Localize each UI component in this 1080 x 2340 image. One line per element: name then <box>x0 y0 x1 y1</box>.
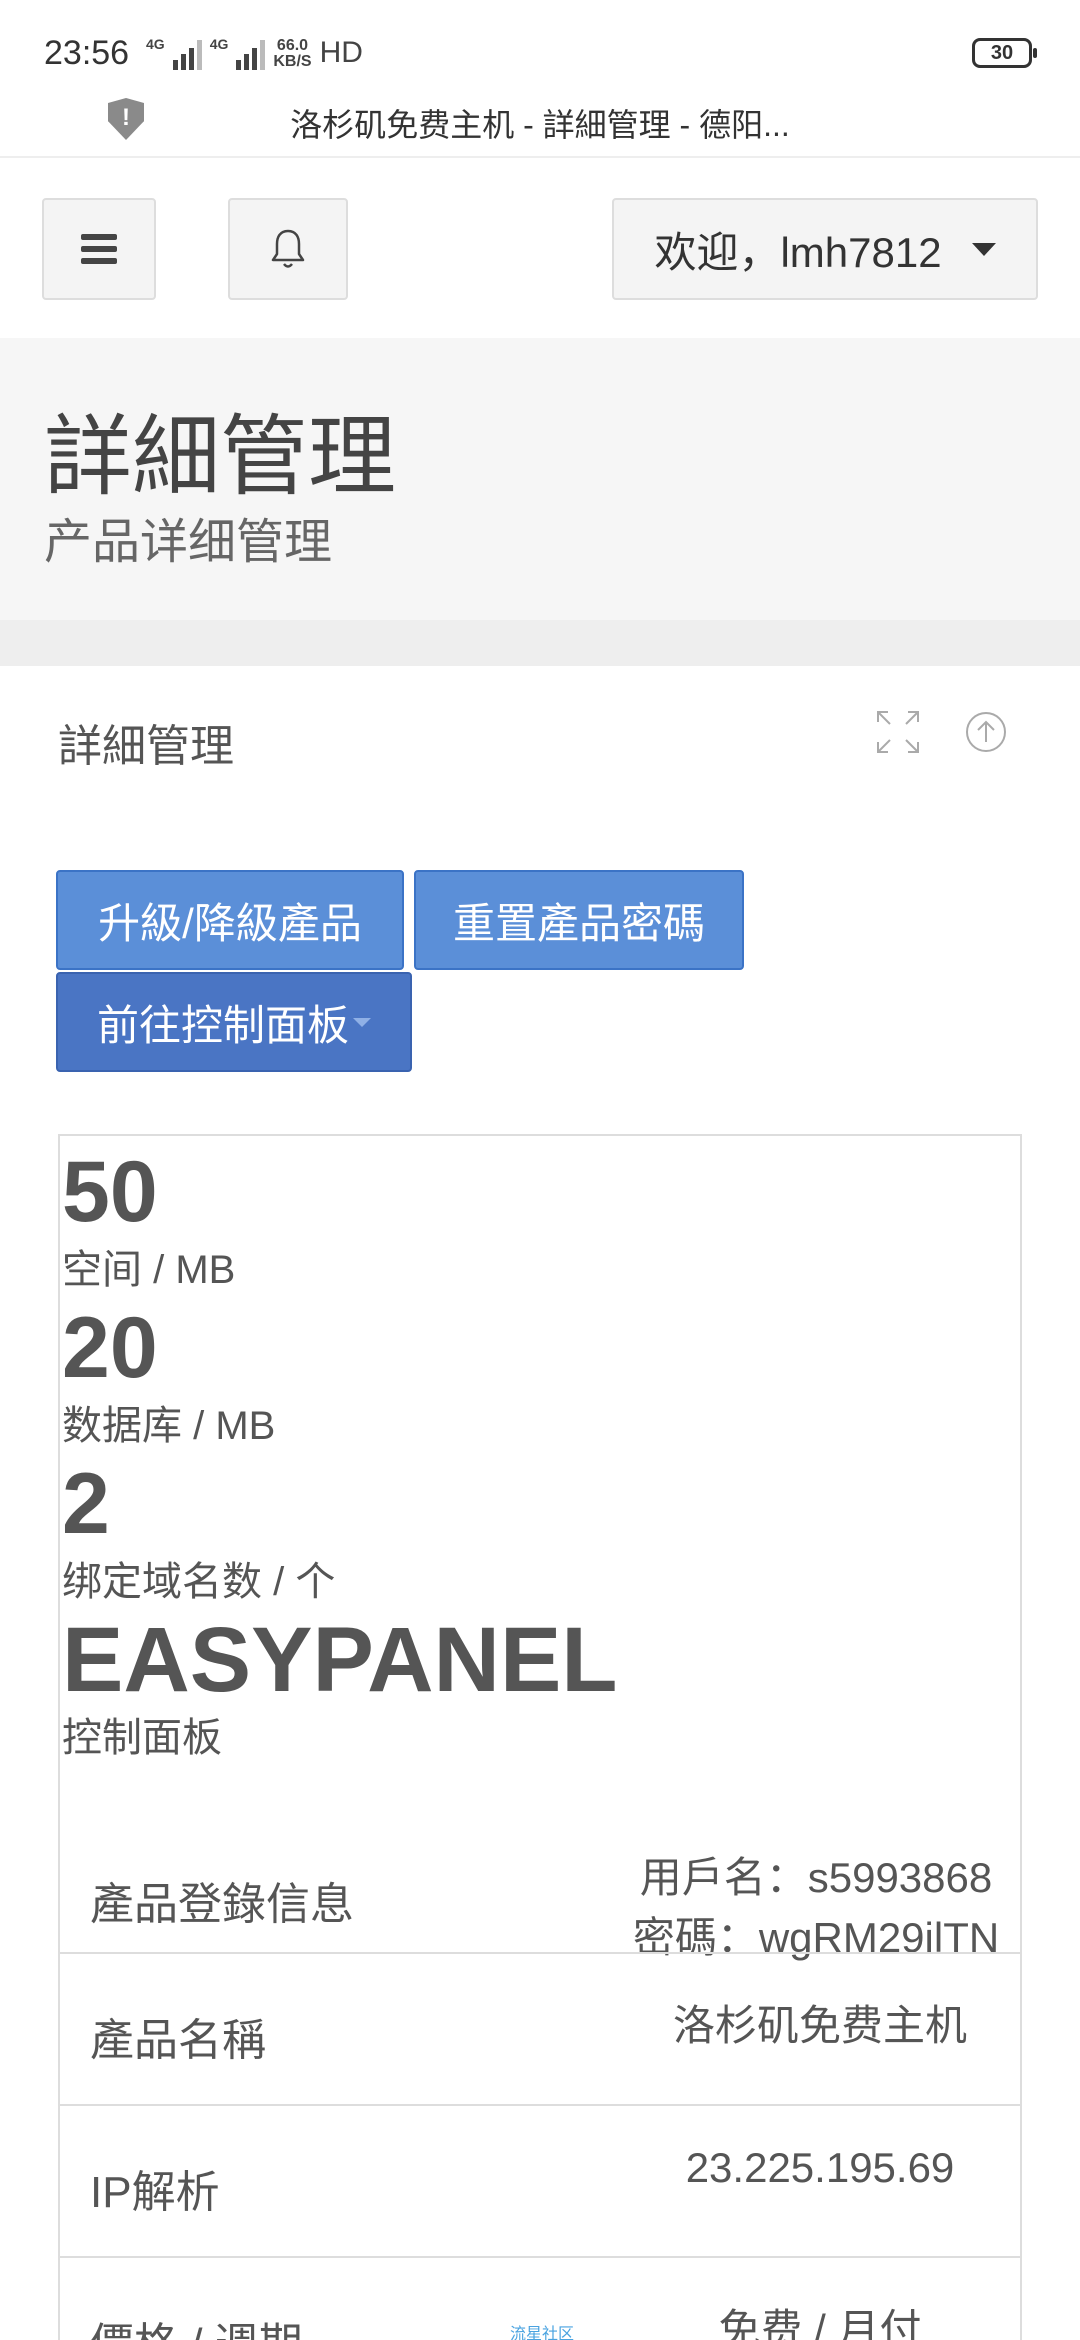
bell-icon <box>271 229 305 268</box>
fullscreen-icon[interactable] <box>874 708 922 756</box>
browser-title-bar: ! 洛杉矶免费主机 - 詳細管理 - 德阳... <box>0 98 1080 158</box>
stat-value-space: 50 <box>62 1144 158 1240</box>
stats-list: 50 空间 / MB 20 数据库 / MB 2 绑定域名数 / 个 EASYP… <box>60 1136 1020 1768</box>
welcome-text: 欢迎，lmh7812 <box>654 228 942 276</box>
portlet-tools <box>874 708 1010 756</box>
stat-value-domains: 2 <box>62 1456 110 1552</box>
tab-title: 洛杉矶免费主机 - 詳細管理 - 德阳... <box>290 107 790 143</box>
row-label-price: 價格 / 週期 <box>90 2308 303 2340</box>
table-row-login: 產品登錄信息 用戶名：s5993868 密碼：wgRM29ilTN <box>60 1800 1020 1961</box>
portlet-title: 詳細管理 <box>58 722 234 771</box>
stat-label-database: 数据库 / MB <box>62 1404 276 1448</box>
page-header: 詳細管理 产品详细管理 <box>0 338 1080 668</box>
table-row-price: 價格 / 週期 流星社区 免费 / 月付 <box>60 2256 1020 2340</box>
row-value-price: 免费 / 月付 <box>718 2306 922 2340</box>
status-time: 23:56 <box>44 34 130 72</box>
reset-password-button[interactable]: 重置產品密碼 <box>414 870 744 970</box>
menu-button[interactable] <box>42 198 156 300</box>
control-panel-label: 前往控制面板 <box>96 1001 349 1049</box>
top-navbar: 欢迎，lmh7812 <box>0 156 1080 338</box>
notifications-button[interactable] <box>228 198 348 300</box>
control-panel-button[interactable]: 前往控制面板 <box>56 972 412 1072</box>
table-row-ip: IP解析 23.225.195.69 <box>60 2104 1020 2254</box>
row-label-name: 產品名稱 <box>90 2016 266 2065</box>
signal-icon <box>172 38 202 70</box>
stat-value-database: 20 <box>62 1300 158 1396</box>
upgrade-button[interactable]: 升級/降級產品 <box>56 870 404 970</box>
hamburger-icon <box>81 234 117 264</box>
table-row-name: 產品名稱 洛杉矶免费主机 <box>60 1952 1020 2102</box>
row-value-name: 洛杉矶免费主机 <box>672 2002 967 2049</box>
hd-label: HD <box>319 36 363 69</box>
network-type-2: 4G <box>209 36 229 52</box>
watermark-text: 流星社区 <box>510 2326 575 2340</box>
chevron-down-icon <box>971 242 996 256</box>
page-subtitle: 产品详细管理 <box>44 516 333 569</box>
stat-value-panel: EASYPANEL <box>62 1609 618 1711</box>
speed-value: 66.0 <box>276 37 309 54</box>
battery-icon: 30 <box>972 38 1037 68</box>
caret-down-icon <box>353 1017 371 1027</box>
stat-label-panel: 控制面板 <box>62 1716 222 1760</box>
product-info-box: 50 空间 / MB 20 数据库 / MB 2 绑定域名数 / 个 EASYP… <box>58 1134 1022 2340</box>
stat-label-space: 空间 / MB <box>62 1248 236 1292</box>
status-bar: 23:56 4G 4G 66.0 KB/S HD 30 <box>0 0 1080 100</box>
network-type-1: 4G <box>146 36 165 52</box>
stat-label-domains: 绑定域名数 / 个 <box>62 1560 336 1604</box>
row-label-ip: IP解析 <box>90 2168 220 2217</box>
collapse-icon[interactable] <box>962 708 1010 756</box>
row-label-login: 產品登錄信息 <box>90 1880 354 1929</box>
network-indicators: 4G 4G 66.0 KB/S HD <box>146 36 363 70</box>
network-speed: 66.0 KB/S <box>273 38 311 70</box>
row-value-username: 用戶名：s5993868 <box>639 1854 993 1901</box>
user-menu-button[interactable]: 欢迎，lmh7812 <box>612 198 1038 300</box>
detail-portlet: 詳細管理 升級/降級產品 重置產品密碼 前往控制面板 50 空间 / MB 20… <box>0 666 1080 2340</box>
signal-icon-2 <box>236 38 266 70</box>
row-value-ip: 23.225.195.69 <box>685 2144 955 2191</box>
speed-unit: KB/S <box>273 53 312 70</box>
page-title: 詳細管理 <box>44 407 397 506</box>
